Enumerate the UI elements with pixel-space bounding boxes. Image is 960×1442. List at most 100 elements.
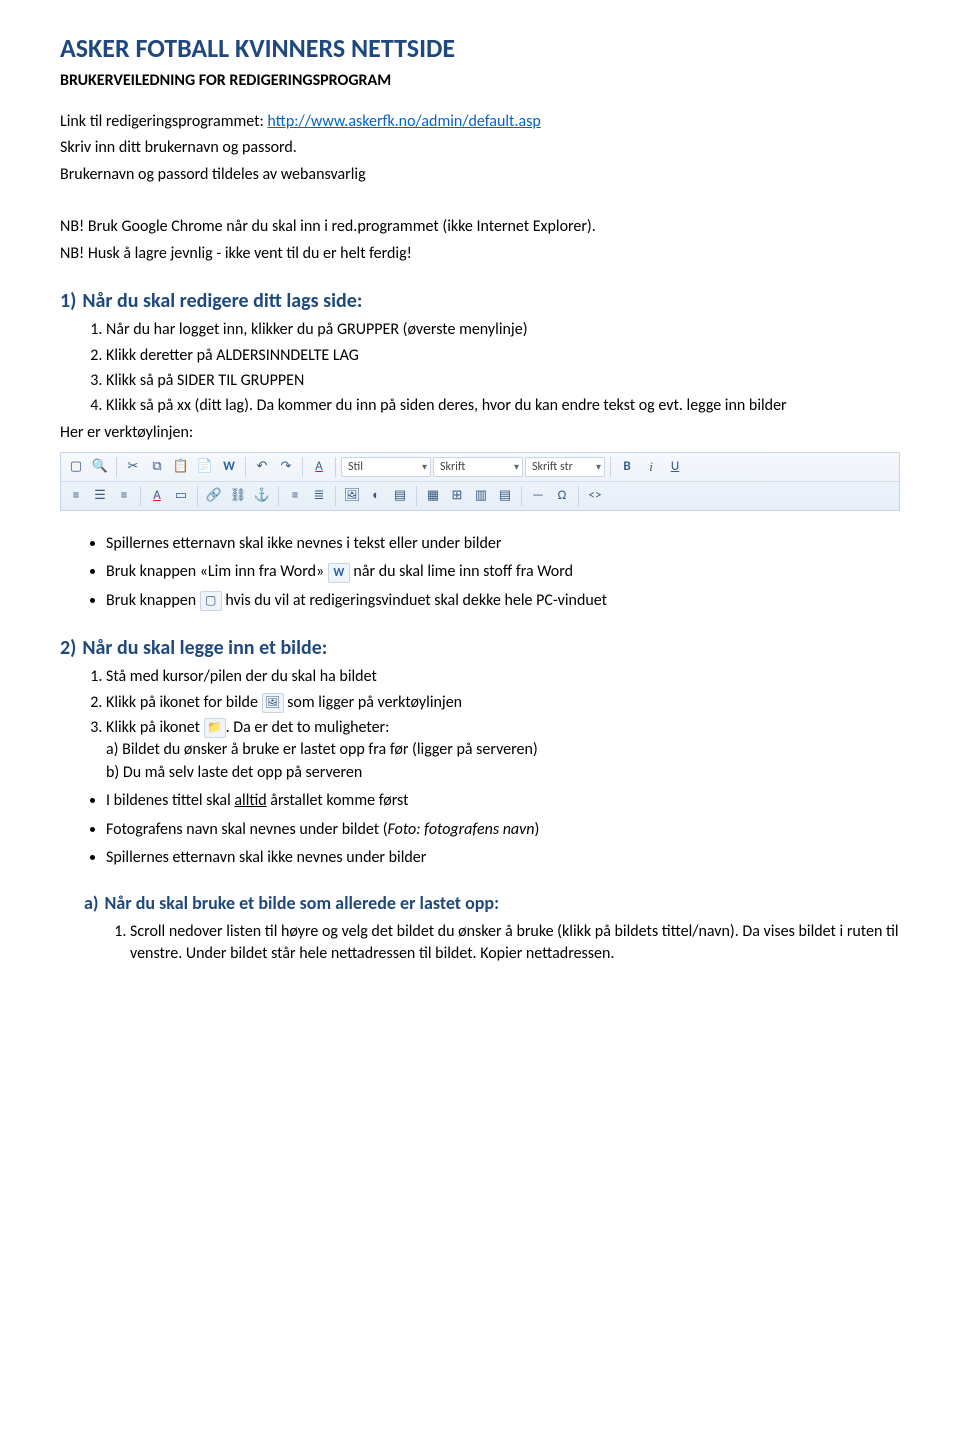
- font-color-2-icon[interactable]: A: [146, 485, 168, 507]
- list-item: Stå med kursor/pilen der du skal ha bild…: [106, 666, 900, 688]
- intro-line-1: Link til redigeringsprogrammet: http://w…: [60, 111, 900, 133]
- link-icon[interactable]: 🔗: [203, 485, 225, 507]
- toolbar-row-2: ≡ ☰ ≡ A ▭ 🔗 ⛓ ⚓ ≡ ≣ 🖼 ◐ ▤ ▦ ⊞ ▥ ▤ — Ω <>: [61, 482, 899, 510]
- bullet-item: Bruk knappen ▢ hvis du vil at redigering…: [106, 590, 900, 612]
- section-1-title: Når du skal redigere ditt lags side:: [82, 289, 362, 313]
- document-icon[interactable]: ▤: [389, 485, 411, 507]
- separator: [116, 457, 117, 477]
- text-color-icon[interactable]: A: [308, 456, 330, 478]
- list-item: Klikk så på xx (ditt lag). Da kommer du …: [106, 395, 900, 417]
- section-2-bullets: I bildenes tittel skal alltid årstallet …: [60, 790, 900, 869]
- underline-icon[interactable]: U: [664, 456, 686, 478]
- bg-color-icon[interactable]: ▭: [170, 485, 192, 507]
- admin-link[interactable]: http://www.askerfk.no/admin/default.asp: [267, 112, 540, 131]
- page-subtitle: BRUKERVEILEDNING FOR REDIGERINGSPROGRAM: [60, 70, 900, 92]
- special-char-icon[interactable]: Ω: [551, 485, 573, 507]
- media-icon[interactable]: ◐: [365, 485, 387, 507]
- table-col-icon[interactable]: ▤: [494, 485, 516, 507]
- ordered-list-icon[interactable]: ≡: [284, 485, 306, 507]
- subsection-a-letter: a): [84, 892, 99, 914]
- i2-after: som ligger på verktøylinjen: [284, 693, 463, 712]
- fullscreen-inline-icon: ▢: [200, 591, 222, 611]
- list-item: Klikk så på SIDER TIL GRUPPEN: [106, 370, 900, 392]
- section-1-num: 1): [60, 289, 76, 313]
- bullet-item: Spillernes etternavn skal ikke nevnes un…: [106, 847, 900, 869]
- section-1-bullets-2: Bruk knappen «Lim inn fra Word» W når du…: [60, 561, 900, 612]
- i3-before: Klikk på ikonet: [106, 718, 204, 737]
- style-dropdown[interactable]: Stil: [341, 457, 431, 477]
- hr-icon[interactable]: —: [527, 485, 549, 507]
- list-item: Klikk på ikonet for bilde 🖼 som ligger p…: [106, 692, 900, 714]
- link-prefix: Link til redigeringsprogrammet:: [60, 112, 267, 131]
- section-2-heading: 2)Når du skal legge inn et bilde:: [60, 634, 900, 662]
- toolbar-caption: Her er verktøylinjen:: [60, 422, 900, 444]
- subsection-a-heading: a) Når du skal bruke et bilde som allered…: [60, 891, 900, 916]
- bold-icon[interactable]: B: [616, 456, 638, 478]
- image-icon[interactable]: 🖼: [341, 485, 363, 507]
- b1-after: årstallet komme først: [267, 791, 409, 810]
- nb-2: NB! Husk å lagre jevnlig - ikke vent til…: [60, 243, 900, 265]
- separator: [416, 486, 417, 506]
- font-dropdown[interactable]: Skrift: [433, 457, 523, 477]
- paste-icon[interactable]: 📋: [170, 456, 192, 478]
- undo-icon[interactable]: ↶: [251, 456, 273, 478]
- redo-icon[interactable]: ↷: [275, 456, 297, 478]
- section-1-list: Når du har logget inn, klikker du på GRU…: [60, 319, 900, 418]
- subsection-a-title: Når du skal bruke et bilde som allerede …: [105, 892, 500, 914]
- bullet-item: Bruk knappen «Lim inn fra Word» W når du…: [106, 561, 900, 583]
- separator: [302, 457, 303, 477]
- i3b: b) Du må selv laste det opp på serveren: [106, 763, 362, 782]
- list-item: Når du har logget inn, klikker du på GRU…: [106, 319, 900, 341]
- separator: [578, 486, 579, 506]
- italic-icon[interactable]: i: [640, 456, 662, 478]
- section-2-title: Når du skal legge inn et bilde:: [82, 636, 327, 660]
- separator: [335, 486, 336, 506]
- paste-word-icon[interactable]: W: [218, 456, 240, 478]
- separator: [245, 457, 246, 477]
- folder-inline-icon: 📁: [204, 718, 226, 738]
- b2-after: ): [535, 820, 540, 839]
- unordered-list-icon[interactable]: ≣: [308, 485, 330, 507]
- section-2-list: Stå med kursor/pilen der du skal ha bild…: [60, 666, 900, 784]
- b2-before: Bruk knappen «Lim inn fra Word»: [106, 562, 328, 581]
- b3-before: Bruk knappen: [106, 591, 200, 610]
- section-1-heading: 1)Når du skal redigere ditt lags side:: [60, 287, 900, 315]
- source-icon[interactable]: <>: [584, 485, 606, 507]
- b1-before: I bildenes tittel skal: [106, 791, 234, 810]
- separator: [335, 457, 336, 477]
- subsection-a-list: Scroll nedover listen til høyre og velg …: [60, 921, 900, 966]
- align-right-icon[interactable]: ≡: [113, 485, 135, 507]
- i3-after: . Da er det to muligheter:: [226, 718, 390, 737]
- bullet-item: Spillernes etternavn skal ikke nevnes i …: [106, 533, 900, 555]
- separator: [521, 486, 522, 506]
- separator: [610, 457, 611, 477]
- copy-icon[interactable]: ⧉: [146, 456, 168, 478]
- table-props-icon[interactable]: ⊞: [446, 485, 468, 507]
- b2-italic: Foto: fotografens navn: [388, 820, 535, 839]
- paste-text-icon[interactable]: 📄: [194, 456, 216, 478]
- list-item: Klikk deretter på ALDERSINNDELTE LAG: [106, 345, 900, 367]
- b3-after: hvis du vil at redigeringsvinduet skal d…: [222, 591, 607, 610]
- bullet-item: Fotografens navn skal nevnes under bilde…: [106, 819, 900, 841]
- unlink-icon[interactable]: ⛓: [227, 485, 249, 507]
- fullscreen-icon[interactable]: ▢: [65, 456, 87, 478]
- table-icon[interactable]: ▦: [422, 485, 444, 507]
- i2-before: Klikk på ikonet for bilde: [106, 693, 262, 712]
- nb-1: NB! Bruk Google Chrome når du skal inn i…: [60, 216, 900, 238]
- cut-icon[interactable]: ✂: [122, 456, 144, 478]
- fontsize-dropdown[interactable]: Skrift str: [525, 457, 605, 477]
- b2-after: når du skal lime inn stoff fra Word: [350, 562, 573, 581]
- paste-word-inline-icon: W: [328, 563, 350, 583]
- separator: [278, 486, 279, 506]
- section-1-bullets: Spillernes etternavn skal ikke nevnes i …: [60, 533, 900, 555]
- align-left-icon[interactable]: ≡: [65, 485, 87, 507]
- list-item: Scroll nedover listen til høyre og velg …: [130, 921, 900, 966]
- separator: [140, 486, 141, 506]
- i3a: a) Bildet du ønsker å bruke er lastet op…: [106, 740, 538, 759]
- list-item: Klikk på ikonet 📁. Da er det to mulighet…: [106, 717, 900, 784]
- align-center-icon[interactable]: ☰: [89, 485, 111, 507]
- bullet-item: I bildenes tittel skal alltid årstallet …: [106, 790, 900, 812]
- anchor-icon[interactable]: ⚓: [251, 485, 273, 507]
- table-row-icon[interactable]: ▥: [470, 485, 492, 507]
- print-preview-icon[interactable]: 🔍: [89, 456, 111, 478]
